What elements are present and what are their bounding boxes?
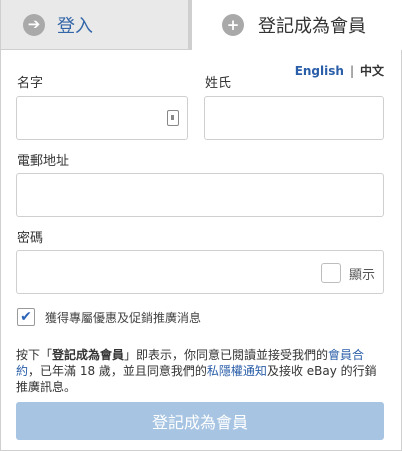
last-name-field[interactable] — [204, 96, 384, 140]
legal-text-1: 按下「 — [16, 348, 53, 362]
legal-text-2: 」即表示，你同意已閱讀並接受我們的 — [124, 348, 329, 362]
show-password-checkbox[interactable] — [320, 263, 341, 283]
register-submit-button[interactable]: 登記成為會員 — [16, 402, 384, 440]
tab-register[interactable]: + 登記成為會員 — [192, 0, 402, 50]
password-label: 密碼 — [17, 231, 44, 246]
legal-button-ref: 登記成為會員 — [52, 348, 125, 362]
promo-checkbox[interactable]: ✔ — [17, 308, 35, 326]
show-password-toggle[interactable]: 顯示 — [320, 263, 375, 283]
promo-option[interactable]: ✔ 獲得專屬優惠及促銷推廣消息 — [17, 308, 201, 326]
language-separator: | — [349, 64, 354, 78]
legal-notice: 按下「登記成為會員」即表示，你同意已閱讀並接受我們的會員合約，已年滿 18 歲，… — [16, 347, 386, 395]
show-password-label: 顯示 — [348, 267, 375, 283]
tab-signin-label: 登入 — [57, 15, 93, 37]
email-label: 電郵地址 — [17, 154, 70, 169]
english-link[interactable]: English — [295, 64, 344, 78]
password-field[interactable]: 顯示 — [16, 250, 384, 294]
promo-label: 獲得專屬優惠及促銷推廣消息 — [45, 310, 202, 325]
plus-circle-icon: + — [222, 14, 244, 36]
tab-signin[interactable]: ➔ 登入 — [0, 0, 192, 50]
tab-bar: ➔ 登入 + 登記成為會員 — [0, 0, 402, 50]
arrow-right-circle-icon: ➔ — [23, 13, 45, 36]
chinese-current[interactable]: 中文 — [360, 64, 384, 78]
email-field[interactable] — [16, 173, 384, 217]
language-switcher: English | 中文 — [295, 62, 384, 79]
contact-card-icon — [167, 110, 179, 126]
first-name-label: 名字 — [17, 76, 44, 91]
privacy-notice-link[interactable]: 私隱權通知 — [207, 364, 267, 378]
first-name-field[interactable] — [16, 96, 188, 140]
legal-text-3: ，已年滿 18 歲，並且同意我們的 — [28, 364, 207, 378]
last-name-label: 姓氏 — [205, 76, 232, 91]
tab-register-label: 登記成為會員 — [258, 16, 366, 37]
